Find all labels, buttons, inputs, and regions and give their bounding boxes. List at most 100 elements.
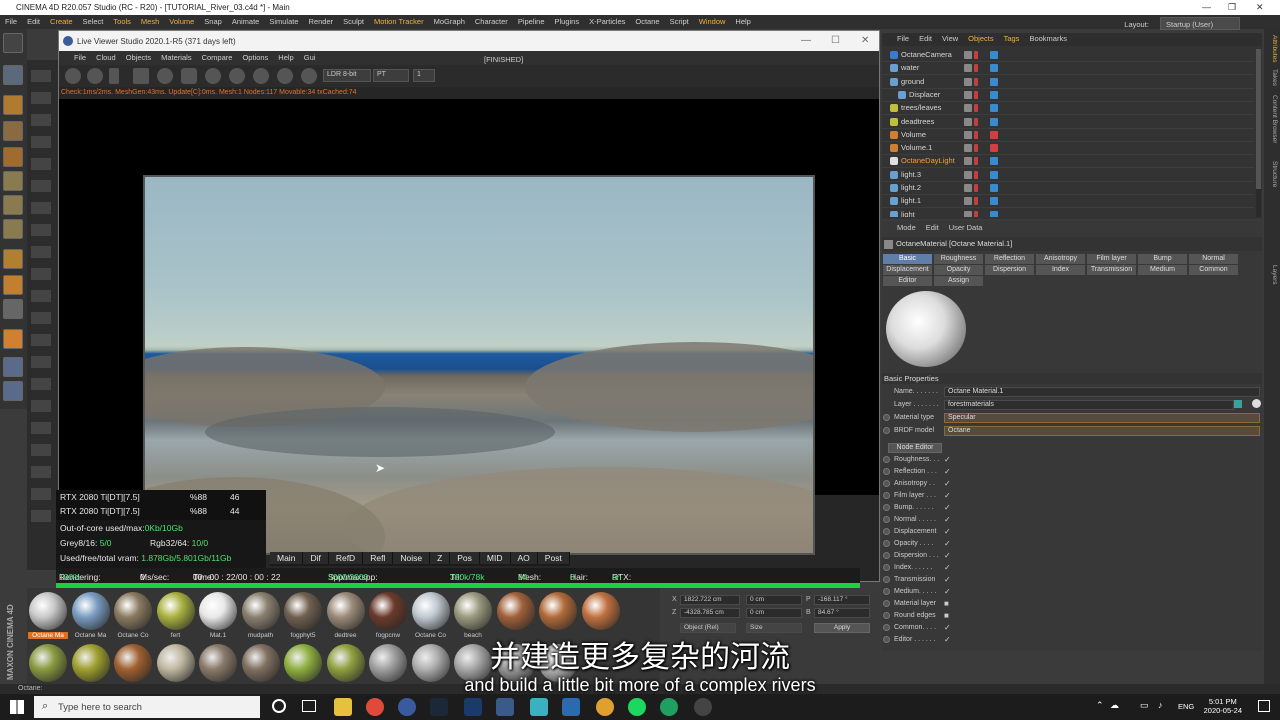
material-label[interactable]: fert bbox=[156, 632, 196, 639]
chrome-icon[interactable] bbox=[366, 698, 384, 716]
menu-item[interactable]: Octane bbox=[630, 15, 664, 26]
menu-item[interactable]: Create bbox=[45, 15, 78, 26]
photoshop-icon[interactable] bbox=[464, 698, 482, 716]
polygons-icon[interactable] bbox=[3, 219, 23, 239]
animate-dot-icon[interactable] bbox=[883, 427, 890, 434]
material-preview[interactable] bbox=[886, 291, 966, 367]
layer-tag-icon[interactable] bbox=[964, 117, 972, 126]
pass-tab[interactable]: Main bbox=[270, 552, 304, 564]
channel-checkbox[interactable]: ✓ bbox=[944, 575, 951, 584]
visibility-dots-icon[interactable] bbox=[974, 144, 978, 153]
material-label[interactable]: mudpath bbox=[241, 632, 281, 639]
lv-maximize-icon[interactable]: ☐ bbox=[831, 35, 840, 46]
object-name[interactable]: Displacer bbox=[909, 90, 940, 99]
material-tab[interactable]: Anisotropy bbox=[1036, 254, 1085, 264]
material-swatch[interactable] bbox=[71, 592, 110, 630]
channel-checkbox[interactable]: ✓ bbox=[944, 623, 951, 632]
layer-tag-icon[interactable] bbox=[964, 197, 972, 206]
material-pick-icon[interactable] bbox=[301, 68, 317, 84]
material-swatch[interactable] bbox=[539, 644, 577, 682]
menu-item[interactable]: Tools bbox=[108, 15, 136, 26]
layer-tag-icon[interactable] bbox=[964, 130, 972, 139]
object-name[interactable]: Volume.1 bbox=[901, 143, 932, 152]
lv-menu-item[interactable]: Objects bbox=[121, 51, 156, 64]
material-swatch[interactable] bbox=[199, 644, 237, 682]
material-tab[interactable]: Displacement bbox=[883, 265, 932, 275]
lv-menu-item[interactable]: Cloud bbox=[91, 51, 121, 64]
object-tag-icon[interactable] bbox=[990, 51, 998, 59]
layer-tag-icon[interactable] bbox=[964, 184, 972, 192]
object-row[interactable]: trees/leaves bbox=[882, 102, 1254, 116]
layer-tag-icon[interactable] bbox=[964, 144, 972, 153]
material-swatch[interactable] bbox=[326, 592, 365, 630]
hand-icon[interactable] bbox=[3, 329, 23, 349]
tab-layers[interactable]: Layers bbox=[1266, 265, 1278, 285]
material-label[interactable]: Octane Ma bbox=[71, 632, 111, 639]
material-tab[interactable]: Index bbox=[1036, 265, 1085, 275]
cortana-icon[interactable] bbox=[272, 699, 286, 713]
pass-tab[interactable]: AO bbox=[510, 552, 538, 564]
layer-tag-icon[interactable] bbox=[964, 157, 972, 166]
network-icon[interactable]: ▭ bbox=[1140, 700, 1149, 711]
grid-icon[interactable] bbox=[3, 357, 23, 377]
taskbar-search[interactable]: ⌕ Type here to search bbox=[34, 696, 260, 718]
channel-checkbox[interactable]: ■ bbox=[944, 611, 949, 620]
spotify-icon[interactable] bbox=[628, 698, 646, 716]
menu-item[interactable]: Character bbox=[470, 15, 513, 26]
menu-item[interactable]: File bbox=[0, 15, 22, 26]
object-tag-icon[interactable] bbox=[990, 197, 998, 206]
bit-depth-select[interactable]: LDR 8-bit bbox=[323, 69, 371, 82]
texture-icon[interactable] bbox=[3, 147, 23, 167]
pass-tab[interactable]: Refl bbox=[363, 552, 394, 564]
object-tag-icon[interactable] bbox=[990, 144, 998, 153]
material-label[interactable]: fogpcnw bbox=[368, 632, 408, 639]
visibility-dots-icon[interactable] bbox=[974, 184, 978, 192]
material-tab[interactable]: Editor bbox=[883, 276, 932, 286]
object-row[interactable]: Displacer bbox=[882, 89, 1254, 102]
channel-checkbox[interactable]: ✓ bbox=[944, 491, 951, 500]
pass-tab[interactable]: Noise bbox=[393, 552, 431, 564]
animate-dot-icon[interactable] bbox=[883, 414, 890, 421]
cloud-icon[interactable]: ☁ bbox=[1110, 700, 1119, 711]
object-tag-icon[interactable] bbox=[990, 90, 998, 99]
object-row[interactable]: OctaneCamera bbox=[882, 49, 1254, 62]
material-tab[interactable]: Basic bbox=[883, 254, 932, 264]
menu-item[interactable]: Select bbox=[78, 15, 109, 26]
animate-dot-icon[interactable] bbox=[883, 564, 890, 571]
windows-start-icon[interactable] bbox=[10, 700, 24, 714]
apply-button[interactable]: Apply bbox=[814, 623, 870, 633]
channel-checkbox[interactable]: ✓ bbox=[944, 527, 951, 536]
animate-dot-icon[interactable] bbox=[883, 552, 890, 559]
object-tag-icon[interactable] bbox=[990, 104, 998, 113]
material-swatch[interactable] bbox=[539, 592, 577, 630]
object-name[interactable]: light.1 bbox=[901, 196, 921, 205]
visibility-dots-icon[interactable] bbox=[974, 210, 978, 217]
count-field[interactable]: 1 bbox=[413, 69, 435, 82]
pause-icon[interactable] bbox=[109, 68, 119, 84]
node-editor-button[interactable]: Node Editor bbox=[888, 443, 942, 453]
workplane-icon[interactable] bbox=[3, 381, 23, 401]
lv-close-icon[interactable]: ✕ bbox=[861, 35, 869, 46]
menu-item[interactable]: MoGraph bbox=[429, 15, 470, 26]
animate-dot-icon[interactable] bbox=[883, 612, 890, 619]
name-field[interactable]: Octane Material.1 bbox=[944, 387, 1260, 397]
material-tab[interactable]: Medium bbox=[1138, 265, 1187, 275]
pass-tab[interactable]: Pos bbox=[450, 552, 480, 564]
menu-item[interactable]: Motion Tracker bbox=[369, 15, 429, 26]
object-list-scrollbar[interactable] bbox=[1256, 49, 1261, 217]
animate-dot-icon[interactable] bbox=[883, 540, 890, 547]
om-menu-item[interactable]: View bbox=[937, 33, 963, 44]
layer-tag-icon[interactable] bbox=[964, 104, 972, 113]
tab-attributes[interactable]: Attributes bbox=[1266, 35, 1278, 62]
visibility-dots-icon[interactable] bbox=[974, 90, 978, 99]
menu-item[interactable]: Window bbox=[694, 15, 731, 26]
model-mode-icon[interactable] bbox=[3, 65, 23, 85]
pass-tab[interactable]: MID bbox=[479, 552, 511, 564]
visibility-dots-icon[interactable] bbox=[974, 117, 978, 126]
material-swatch[interactable] bbox=[411, 592, 450, 630]
channel-checkbox[interactable]: ✓ bbox=[944, 587, 951, 596]
om-menu-item[interactable]: File bbox=[892, 33, 914, 44]
y-position-field[interactable]: 0 cm bbox=[746, 595, 802, 605]
tweak-icon[interactable] bbox=[3, 275, 23, 295]
app-icon[interactable] bbox=[694, 698, 712, 716]
